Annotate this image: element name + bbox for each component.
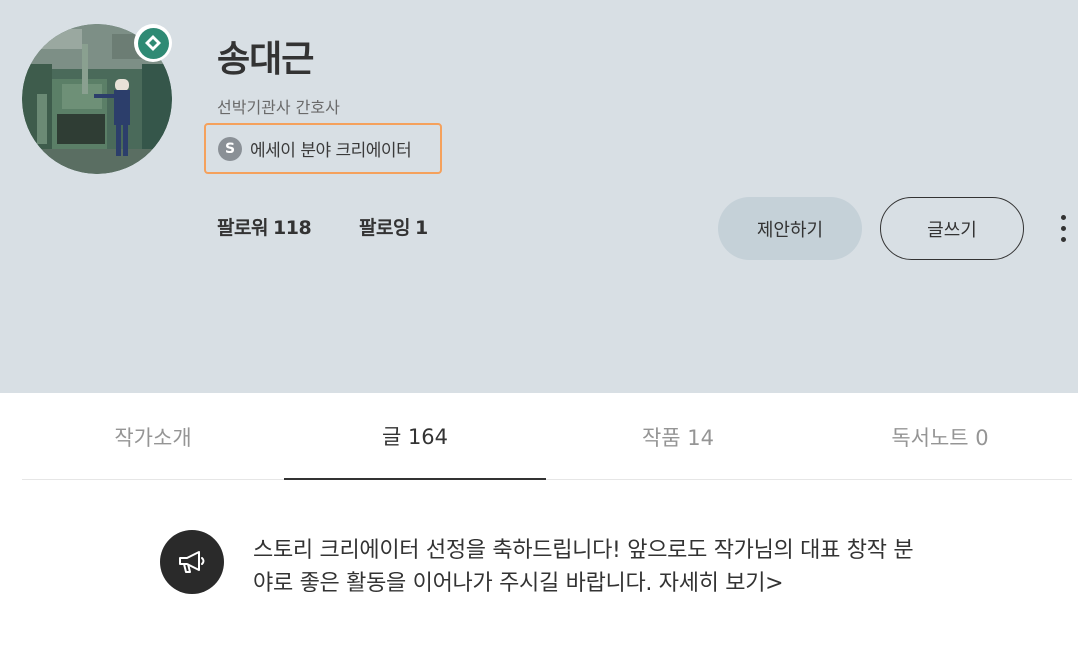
followers-label: 팔로워 (217, 217, 268, 239)
profile-tabs: 작가소개 글 164 작품 14 독서노트 0 (22, 393, 1072, 480)
tab-works[interactable]: 작품 14 (547, 393, 809, 480)
tab-author-intro[interactable]: 작가소개 (22, 393, 284, 480)
verified-diamond-icon (145, 35, 161, 51)
profile-name: 송대근 (217, 39, 314, 80)
followers-stat[interactable]: 팔로워 118 (217, 213, 312, 240)
more-dot (1060, 214, 1066, 220)
creator-label: 에세이 분야 크리에이터 (250, 141, 412, 161)
megaphone-icon-svg (179, 551, 205, 573)
following-stat[interactable]: 팔로잉 1 (359, 213, 428, 240)
notice-text[interactable]: 스토리 크리에이터 선정을 축하드립니다! 앞으로도 작가님의 대표 창작 분야… (253, 534, 923, 600)
write-button[interactable]: 글쓰기 (880, 197, 1024, 260)
tab-reading-notes[interactable]: 독서노트 0 (809, 393, 1071, 480)
megaphone-icon (160, 530, 224, 594)
more-vertical-icon[interactable] (1052, 210, 1074, 246)
creator-s-icon: S (218, 136, 242, 161)
suggest-button[interactable]: 제안하기 (718, 197, 862, 260)
profile-job: 선박기관사 간호사 (217, 98, 340, 117)
creator-tag[interactable]: S 에세이 분야 크리에이터 (204, 123, 442, 174)
more-dot (1060, 236, 1066, 242)
profile-avatar-container[interactable] (22, 24, 172, 174)
tab-posts[interactable]: 글 164 (284, 393, 546, 480)
verified-badge (134, 24, 172, 62)
following-label: 팔로잉 (359, 217, 410, 239)
more-dot (1060, 225, 1066, 231)
followers-count: 118 (273, 217, 312, 239)
following-count: 1 (415, 217, 428, 239)
